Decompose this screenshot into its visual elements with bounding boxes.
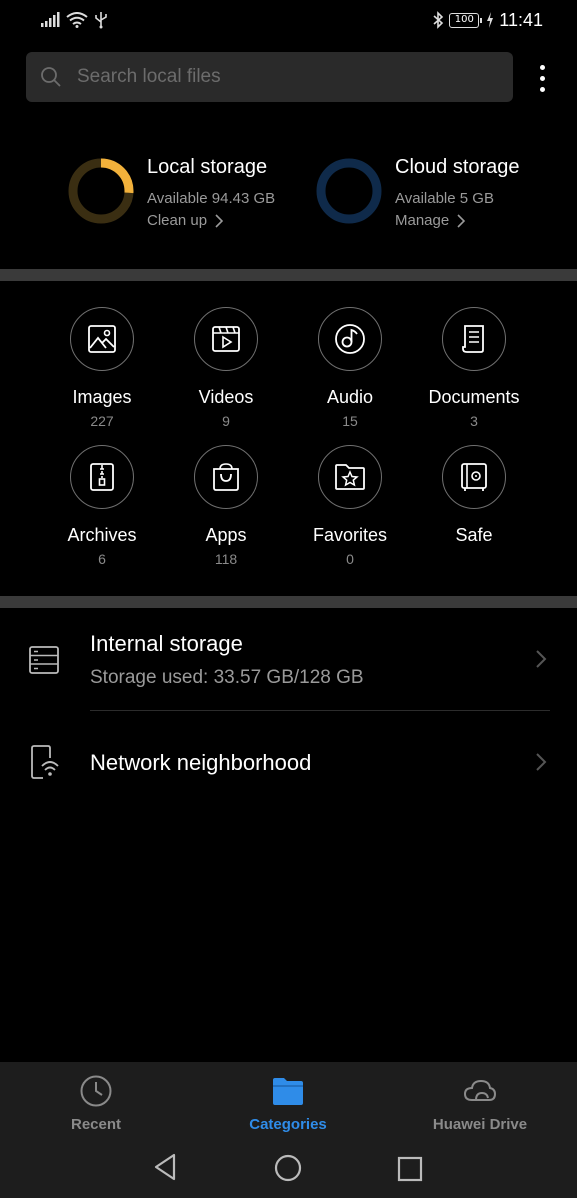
more-dot-icon <box>539 86 545 92</box>
back-icon[interactable] <box>152 1152 178 1182</box>
clean-up-label: Clean up <box>147 212 208 229</box>
category-count: 118 <box>214 551 238 567</box>
safe-icon <box>461 463 487 491</box>
battery-icon: 100 <box>449 12 483 28</box>
internal-storage-item[interactable]: Internal storage Storage used: 33.57 GB/… <box>0 615 577 710</box>
network-neighborhood-title: Network neighborhood <box>90 750 312 775</box>
usb-icon <box>95 12 107 29</box>
apps-icon <box>213 463 239 491</box>
category-label: Safe <box>455 525 493 545</box>
tab-huawei-drive[interactable]: Huawei Drive <box>400 1074 560 1133</box>
category-label: Favorites <box>312 525 388 545</box>
category-label: Documents <box>428 387 520 407</box>
list-separator <box>90 710 550 711</box>
category-label: Apps <box>205 525 247 545</box>
chevron-right-icon <box>536 650 547 668</box>
more-dot-icon <box>539 75 545 81</box>
wifi-icon <box>66 12 88 28</box>
cloud-storage-available: Available 5 GB <box>395 190 494 207</box>
image-icon <box>88 325 116 353</box>
search-icon <box>41 67 61 87</box>
tab-recent[interactable]: Recent <box>16 1074 176 1133</box>
category-favorites[interactable]: Favorites 0 <box>288 445 412 567</box>
category-apps[interactable]: Apps 118 <box>164 445 288 567</box>
category-count: 15 <box>342 413 358 429</box>
chevron-right-icon <box>457 213 466 228</box>
category-label: Archives <box>67 525 137 545</box>
tab-categories[interactable]: Categories <box>208 1074 368 1133</box>
cloud-storage-ring <box>316 158 382 224</box>
category-videos[interactable]: Videos 9 <box>164 307 288 429</box>
category-label: Videos <box>198 387 254 407</box>
category-count: 0 <box>346 551 354 567</box>
category-label: Images <box>72 387 132 407</box>
chevron-right-icon <box>215 213 224 228</box>
category-count: 3 <box>470 413 478 429</box>
category-count: 9 <box>222 413 230 429</box>
local-storage-available: Available 94.43 GB <box>147 190 276 207</box>
video-icon <box>212 326 240 352</box>
archive-icon <box>90 463 114 491</box>
category-archives[interactable]: Archives 6 <box>40 445 164 567</box>
internal-storage-usage: Storage used: 33.57 GB/128 GB <box>90 667 364 688</box>
manage-link[interactable]: Manage <box>395 212 466 229</box>
chevron-right-icon <box>536 753 547 771</box>
section-divider <box>0 596 577 608</box>
internal-storage-title: Internal storage <box>90 631 243 656</box>
category-images[interactable]: Images 227 <box>40 307 164 429</box>
local-storage-title: Local storage <box>147 156 268 178</box>
audio-icon <box>335 324 365 354</box>
category-count: 6 <box>98 551 106 567</box>
network-device-icon <box>31 745 59 779</box>
local-storage-card[interactable]: Local storage Available 94.43 GB Clean u… <box>68 150 308 240</box>
bluetooth-icon <box>433 11 444 29</box>
tab-label: Huawei Drive <box>432 1116 528 1133</box>
manage-label: Manage <box>395 212 450 229</box>
status-bar: 100 11:41 <box>0 0 577 40</box>
storage-icon <box>29 646 59 674</box>
category-label: Audio <box>326 387 374 407</box>
cloud-storage-card[interactable]: Cloud storage Available 5 GB Manage <box>316 150 556 240</box>
local-storage-ring <box>68 158 134 224</box>
signal-icon <box>41 12 60 27</box>
search-bar[interactable] <box>26 52 513 102</box>
cloud-storage-title: Cloud storage <box>395 156 520 178</box>
clean-up-link[interactable]: Clean up <box>147 212 224 229</box>
tab-label: Recent <box>70 1116 122 1133</box>
network-neighborhood-item[interactable]: Network neighborhood <box>0 712 577 812</box>
folder-icon <box>273 1078 303 1105</box>
category-audio[interactable]: Audio 15 <box>288 307 412 429</box>
more-dot-icon <box>539 64 545 70</box>
clock-icon <box>80 1075 112 1107</box>
charging-icon <box>487 12 494 28</box>
more-options-button[interactable] <box>530 60 554 96</box>
cloud-icon <box>463 1079 497 1101</box>
recents-icon[interactable] <box>397 1156 423 1182</box>
favorites-icon <box>335 464 365 490</box>
section-divider <box>0 269 577 281</box>
clock-time: 11:41 <box>499 9 543 30</box>
category-documents[interactable]: Documents 3 <box>412 307 536 429</box>
home-icon[interactable] <box>274 1154 302 1182</box>
search-input[interactable] <box>77 52 497 102</box>
category-safe[interactable]: Safe <box>412 445 536 551</box>
document-icon <box>462 325 484 353</box>
tab-label: Categories <box>249 1116 327 1133</box>
category-count: 227 <box>90 413 114 429</box>
